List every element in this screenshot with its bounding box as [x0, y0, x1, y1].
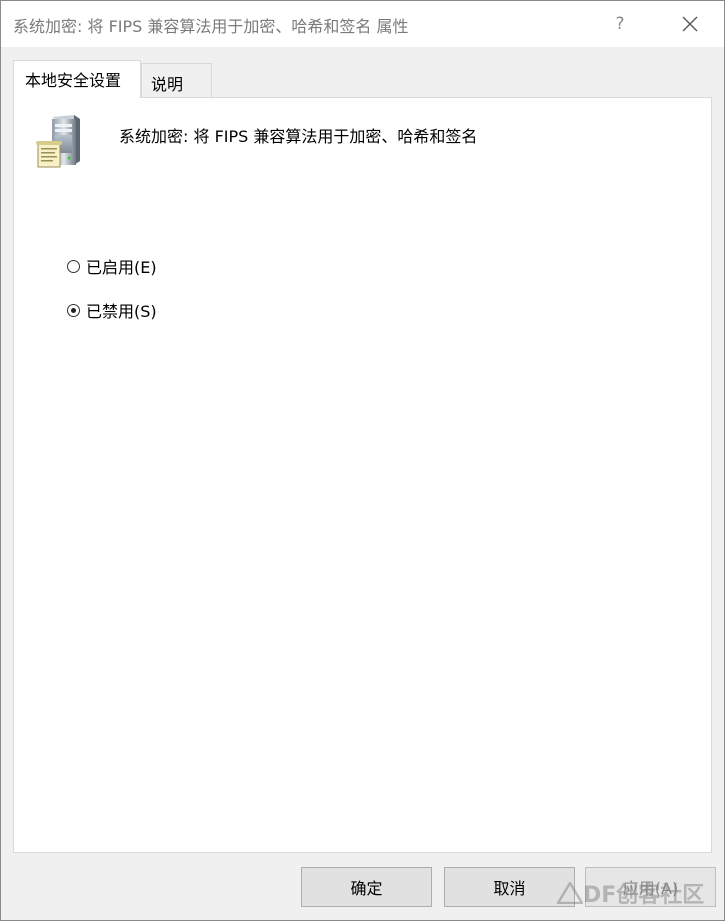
window-title: 系统加密: 将 FIPS 兼容算法用于加密、哈希和签名 属性 — [13, 17, 409, 36]
enabled-option[interactable]: 已启用(E) — [67, 254, 157, 278]
enabled-label: 已启用(E) — [86, 258, 157, 277]
close-icon — [682, 16, 698, 32]
tab-bar: 本地安全设置 说明 — [13, 60, 713, 98]
tab-panel: 系统加密: 将 FIPS 兼容算法用于加密、哈希和签名 已启用(E) 已禁用(S… — [13, 97, 712, 853]
server-icon — [36, 115, 80, 168]
enabled-radio[interactable] — [67, 259, 80, 273]
close-button[interactable] — [665, 1, 715, 47]
tab-local-security-setting[interactable]: 本地安全设置 — [13, 60, 141, 98]
disabled-option[interactable]: 已禁用(S) — [67, 298, 157, 322]
watermark-logo-icon — [557, 882, 583, 904]
cancel-button[interactable]: 取消 — [444, 867, 575, 907]
disabled-label: 已禁用(S) — [86, 302, 157, 321]
help-button[interactable]: ? — [597, 1, 643, 47]
policy-name: 系统加密: 将 FIPS 兼容算法用于加密、哈希和签名 — [119, 127, 478, 146]
ok-button[interactable]: 确定 — [301, 867, 432, 907]
title-bar: 系统加密: 将 FIPS 兼容算法用于加密、哈希和签名 属性 ? — [1, 1, 724, 47]
disabled-radio[interactable] — [67, 303, 80, 317]
tab-explain[interactable]: 说明 — [141, 63, 212, 97]
watermark: DF创客社区 — [557, 877, 704, 909]
watermark-text: DF创客社区 — [583, 883, 705, 908]
properties-dialog: 系统加密: 将 FIPS 兼容算法用于加密、哈希和签名 属性 ? 本地安全设置 … — [0, 0, 725, 921]
